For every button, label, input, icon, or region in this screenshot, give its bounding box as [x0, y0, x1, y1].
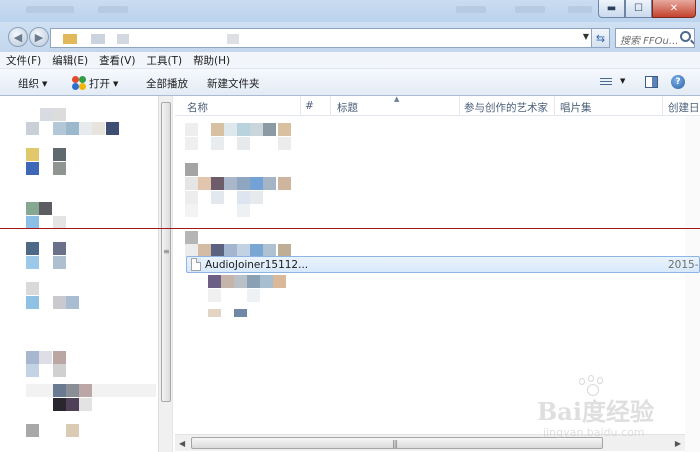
column-header-row: 名称 # 标题 ▲ 参与创作的艺术家 唱片集 创建日 [175, 95, 700, 116]
blurred-title [515, 6, 545, 13]
chevron-down-icon[interactable]: ▼ [620, 77, 625, 85]
new-folder-button[interactable]: 新建文件夹 [207, 76, 260, 91]
forward-arrow-icon: ▶ [34, 30, 44, 44]
play-all-label: 全部播放 [146, 78, 188, 90]
audio-file-icon [191, 258, 201, 271]
blurred-path [227, 34, 239, 44]
organize-label: 组织 [18, 78, 39, 90]
file-name: AudioJoiner15112... [205, 259, 309, 271]
open-button[interactable]: 打开 ▼ [72, 76, 118, 91]
menu-file[interactable]: 文件(F) [6, 53, 41, 68]
search-placeholder: 搜索 FFOu... [620, 36, 679, 47]
preview-pane-icon[interactable] [645, 76, 658, 88]
grip-icon: ≡ [163, 247, 170, 256]
maximize-icon: ☐ [634, 3, 643, 14]
column-number[interactable]: # [305, 100, 314, 112]
navigation-pane[interactable] [0, 96, 158, 452]
media-player-icon [72, 76, 86, 90]
column-artist[interactable]: 参与创作的艺术家 [464, 100, 548, 115]
close-icon: ✕ [669, 3, 679, 14]
address-bar[interactable]: ▼ [50, 28, 592, 48]
navigation-scrollbar[interactable]: ≡ [158, 96, 172, 452]
column-created[interactable]: 创建日 [668, 100, 700, 115]
scroll-left-icon[interactable]: ◀ [179, 439, 185, 448]
minimize-button[interactable]: ▬ [598, 0, 625, 18]
menu-help[interactable]: 帮助(H) [193, 53, 230, 68]
command-bar: 组织 ▼ 打开 ▼ 全部播放 新建文件夹 ▼ ? [0, 69, 700, 96]
annotation-line [0, 228, 700, 229]
minimize-icon: ▬ [606, 3, 617, 14]
blurred-path [117, 34, 129, 44]
address-row: ◀ ▶ ▼ ⇆ 搜索 FFOu... [0, 22, 700, 52]
open-label: 打开 [89, 78, 110, 90]
watermark-text: Bai度经验 [537, 397, 654, 426]
refresh-icon: ⇆ [595, 31, 606, 45]
folder-icon [63, 34, 77, 44]
close-button[interactable]: ✕ [652, 0, 696, 18]
column-name[interactable]: 名称 [187, 100, 208, 115]
column-album[interactable]: 唱片集 [560, 100, 592, 115]
maximize-button[interactable]: ☐ [625, 0, 652, 18]
sort-ascending-icon: ▲ [394, 95, 400, 103]
forward-button[interactable]: ▶ [29, 27, 49, 47]
title-bar: ▬ ☐ ✕ [0, 0, 700, 22]
search-input[interactable]: 搜索 FFOu... [615, 28, 695, 48]
new-folder-label: 新建文件夹 [207, 78, 260, 90]
file-row-selected[interactable]: AudioJoiner15112... 2015-1 [186, 256, 700, 273]
watermark-url: jingyan.baidu.com [543, 426, 645, 439]
blurred-path [91, 34, 105, 44]
back-arrow-icon: ◀ [13, 30, 23, 44]
play-all-button[interactable]: 全部播放 [146, 76, 188, 91]
chevron-down-icon: ▼ [113, 80, 119, 88]
menu-tools[interactable]: 工具(T) [146, 53, 182, 68]
address-dropdown-icon[interactable]: ▼ [583, 32, 589, 41]
file-created-date: 2015-1 [668, 259, 700, 271]
menu-view[interactable]: 查看(V) [99, 53, 135, 68]
grip-icon: ||| [392, 439, 398, 448]
help-icon[interactable]: ? [671, 75, 685, 89]
back-button[interactable]: ◀ [8, 27, 28, 47]
blurred-title [26, 6, 74, 13]
blurred-title [98, 6, 128, 13]
organize-button[interactable]: 组织 ▼ [18, 76, 47, 91]
column-title[interactable]: 标题 [337, 100, 358, 115]
menu-edit[interactable]: 编辑(E) [52, 53, 88, 68]
blurred-title [568, 6, 592, 13]
menu-bar: 文件(F) 编辑(E) 查看(V) 工具(T) 帮助(H) [0, 52, 700, 69]
view-options-icon[interactable] [600, 78, 612, 87]
blurred-title [456, 6, 486, 13]
chevron-down-icon: ▼ [42, 80, 48, 88]
baidu-watermark: Bai度经验 jingyan.baidu.com [537, 375, 697, 450]
refresh-button[interactable]: ⇆ [592, 28, 610, 48]
search-icon[interactable] [680, 31, 691, 42]
